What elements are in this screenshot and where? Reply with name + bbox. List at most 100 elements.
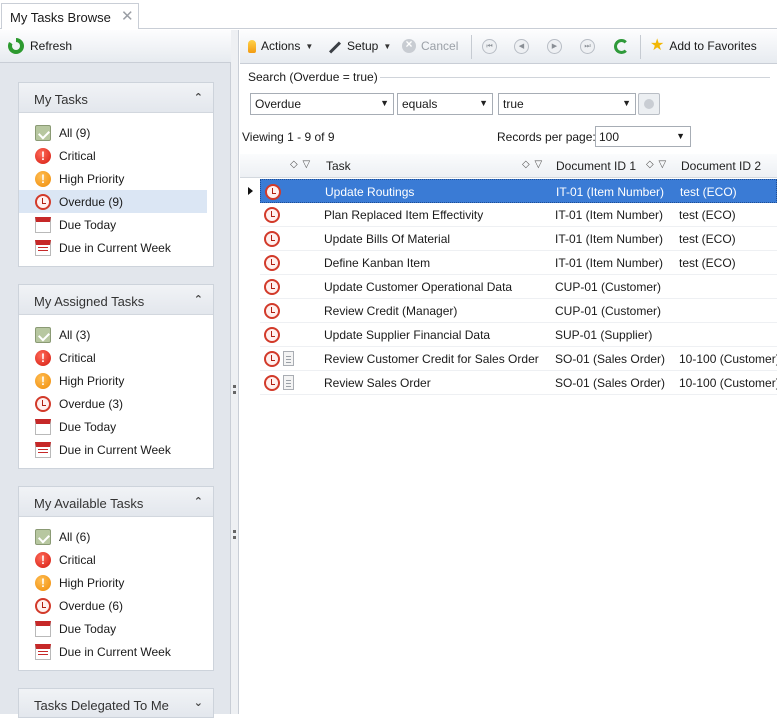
overdue-clock-icon (264, 375, 280, 391)
close-icon[interactable]: ✕ (121, 7, 134, 25)
refresh-button[interactable]: Refresh (8, 38, 72, 54)
expand-chevron-icon[interactable]: ⌄ (194, 696, 203, 709)
search-field-select[interactable]: Overdue ▼ (250, 93, 394, 115)
high-priority-icon (35, 574, 51, 591)
filter-item-critical[interactable]: Critical (19, 548, 213, 571)
calendar-week-icon (35, 239, 51, 256)
filter-label: Due in Current Week (59, 240, 171, 255)
toolbar-separator (471, 35, 472, 59)
cell-task: Review Sales Order (324, 376, 431, 390)
filter-item-all[interactable]: All (9) (19, 121, 213, 144)
actions-label: Actions (261, 39, 301, 53)
pen-icon (328, 40, 342, 54)
records-per-page-select[interactable]: 100 ▼ (595, 126, 691, 147)
viewing-count: Viewing 1 - 9 of 9 (242, 130, 335, 144)
calendar-week-icon (35, 441, 51, 458)
group-header-my-available-tasks[interactable]: My Available Tasks ⌃ (19, 487, 213, 517)
filter-item-due-today[interactable]: Due Today (19, 415, 213, 438)
table-row[interactable]: Review Sales Order SO-01 (Sales Order) 1… (260, 371, 777, 395)
last-record-icon[interactable]: ⏭ (580, 39, 595, 54)
critical-icon (35, 147, 51, 164)
filter-item-critical[interactable]: Critical (19, 144, 213, 167)
group-title: My Available Tasks (34, 496, 144, 511)
sync-icon[interactable] (614, 39, 629, 54)
collapse-chevron-icon[interactable]: ⌃ (194, 495, 203, 508)
filter-item-due-today[interactable]: Due Today (19, 617, 213, 640)
cell-document-id-1: IT-01 (Item Number) (555, 256, 664, 270)
cell-task: Plan Replaced Item Effectivity (324, 208, 484, 222)
filter-item-all[interactable]: All (3) (19, 323, 213, 346)
sort-filter-icon[interactable]: ◇ ▽ (522, 159, 543, 170)
filter-item-critical[interactable]: Critical (19, 346, 213, 369)
table-row[interactable]: Update Routings IT-01 (Item Number) test… (260, 179, 777, 203)
table-row[interactable]: Update Supplier Financial Data SUP-01 (S… (260, 323, 777, 347)
table-row[interactable]: Plan Replaced Item Effectivity IT-01 (It… (260, 203, 777, 227)
filter-item-high-priority[interactable]: High Priority (19, 167, 213, 190)
cell-document-id-1: SO-01 (Sales Order) (555, 376, 666, 390)
critical-icon (35, 551, 51, 568)
current-row-indicator-icon (248, 187, 253, 195)
cell-task: Update Customer Operational Data (324, 280, 513, 294)
all-tasks-icon (35, 124, 51, 141)
cell-document-id-2: 10-100 (Customer) (679, 376, 777, 390)
overdue-clock-icon (264, 255, 280, 271)
cell-task: Update Supplier Financial Data (324, 328, 491, 342)
table-row[interactable]: Update Customer Operational Data CUP-01 … (260, 275, 777, 299)
filter-item-due-week[interactable]: Due in Current Week (19, 438, 213, 461)
next-record-icon[interactable]: ▶ (547, 39, 562, 54)
filter-label: High Priority (59, 171, 125, 186)
filter-label: Due Today (59, 217, 117, 232)
group-header-my-tasks[interactable]: My Tasks ⌃ (19, 83, 213, 113)
sort-filter-icon[interactable]: ◇ ▽ (646, 159, 667, 170)
filter-item-overdue[interactable]: Overdue (6) (19, 594, 213, 617)
filter-item-due-today[interactable]: Due Today (19, 213, 213, 236)
filter-item-all[interactable]: All (6) (19, 525, 213, 548)
filter-item-overdue[interactable]: Overdue (3) (19, 392, 213, 415)
filter-item-due-week[interactable]: Due in Current Week (19, 640, 213, 663)
dropdown-arrow-icon: ▼ (305, 41, 314, 51)
filter-item-high-priority[interactable]: High Priority (19, 369, 213, 392)
search-value-select[interactable]: true ▼ (498, 93, 636, 115)
previous-record-icon[interactable]: ◀ (514, 39, 529, 54)
left-toolbar: Refresh (0, 30, 231, 63)
group-header-my-assigned-tasks[interactable]: My Assigned Tasks ⌃ (19, 285, 213, 315)
filter-label: Overdue (3) (59, 396, 124, 411)
column-header-task[interactable]: Task (326, 159, 351, 173)
all-tasks-icon (35, 528, 51, 545)
column-header-document-id-2[interactable]: Document ID 2 (681, 159, 761, 173)
first-record-icon[interactable]: ⏮ (482, 39, 497, 54)
filter-item-high-priority[interactable]: High Priority (19, 571, 213, 594)
table-row[interactable]: Review Customer Credit for Sales Order S… (260, 347, 777, 371)
collapse-chevron-icon[interactable]: ⌃ (194, 91, 203, 104)
high-priority-icon (35, 372, 51, 389)
group-title: Tasks Delegated To Me (34, 698, 169, 713)
search-operator-select[interactable]: equals ▼ (397, 93, 493, 115)
group-my-assigned-tasks: My Assigned Tasks ⌃ All (3) Critical Hig… (18, 284, 214, 469)
add-to-favorites-button[interactable]: ★ Add to Favorites (650, 38, 757, 54)
critical-icon (35, 349, 51, 366)
table-row[interactable]: Define Kanban Item IT-01 (Item Number) t… (260, 251, 777, 275)
table-row[interactable]: Review Credit (Manager) CUP-01 (Customer… (260, 299, 777, 323)
toolbar-separator (640, 35, 641, 59)
filter-label: All (6) (59, 529, 91, 544)
table-row[interactable]: Update Bills Of Material IT-01 (Item Num… (260, 227, 777, 251)
cancel-button[interactable]: Cancel (402, 37, 458, 53)
filter-label: High Priority (59, 575, 125, 590)
column-header-document-id-1[interactable]: Document ID 1 (556, 159, 636, 173)
filter-item-due-week[interactable]: Due in Current Week (19, 236, 213, 259)
dropdown-arrow-icon: ▼ (380, 98, 389, 108)
actions-button[interactable]: Actions ▼ (248, 39, 313, 53)
setup-button[interactable]: Setup ▼ (328, 39, 391, 54)
filter-label: Critical (59, 350, 96, 365)
tab-my-tasks-browse[interactable]: My Tasks Browse ✕ (1, 3, 139, 29)
cancel-icon (402, 37, 416, 53)
cell-task: Define Kanban Item (324, 256, 431, 270)
favorites-label: Add to Favorites (669, 39, 757, 53)
filter-item-overdue[interactable]: Overdue (9) (19, 190, 207, 213)
sort-filter-icon[interactable]: ◇ ▽ (290, 159, 311, 170)
panel-splitter[interactable] (231, 30, 239, 714)
calendar-today-icon (35, 216, 51, 233)
collapse-chevron-icon[interactable]: ⌃ (194, 293, 203, 306)
filter-label: All (3) (59, 327, 91, 342)
search-go-button[interactable] (638, 93, 660, 115)
